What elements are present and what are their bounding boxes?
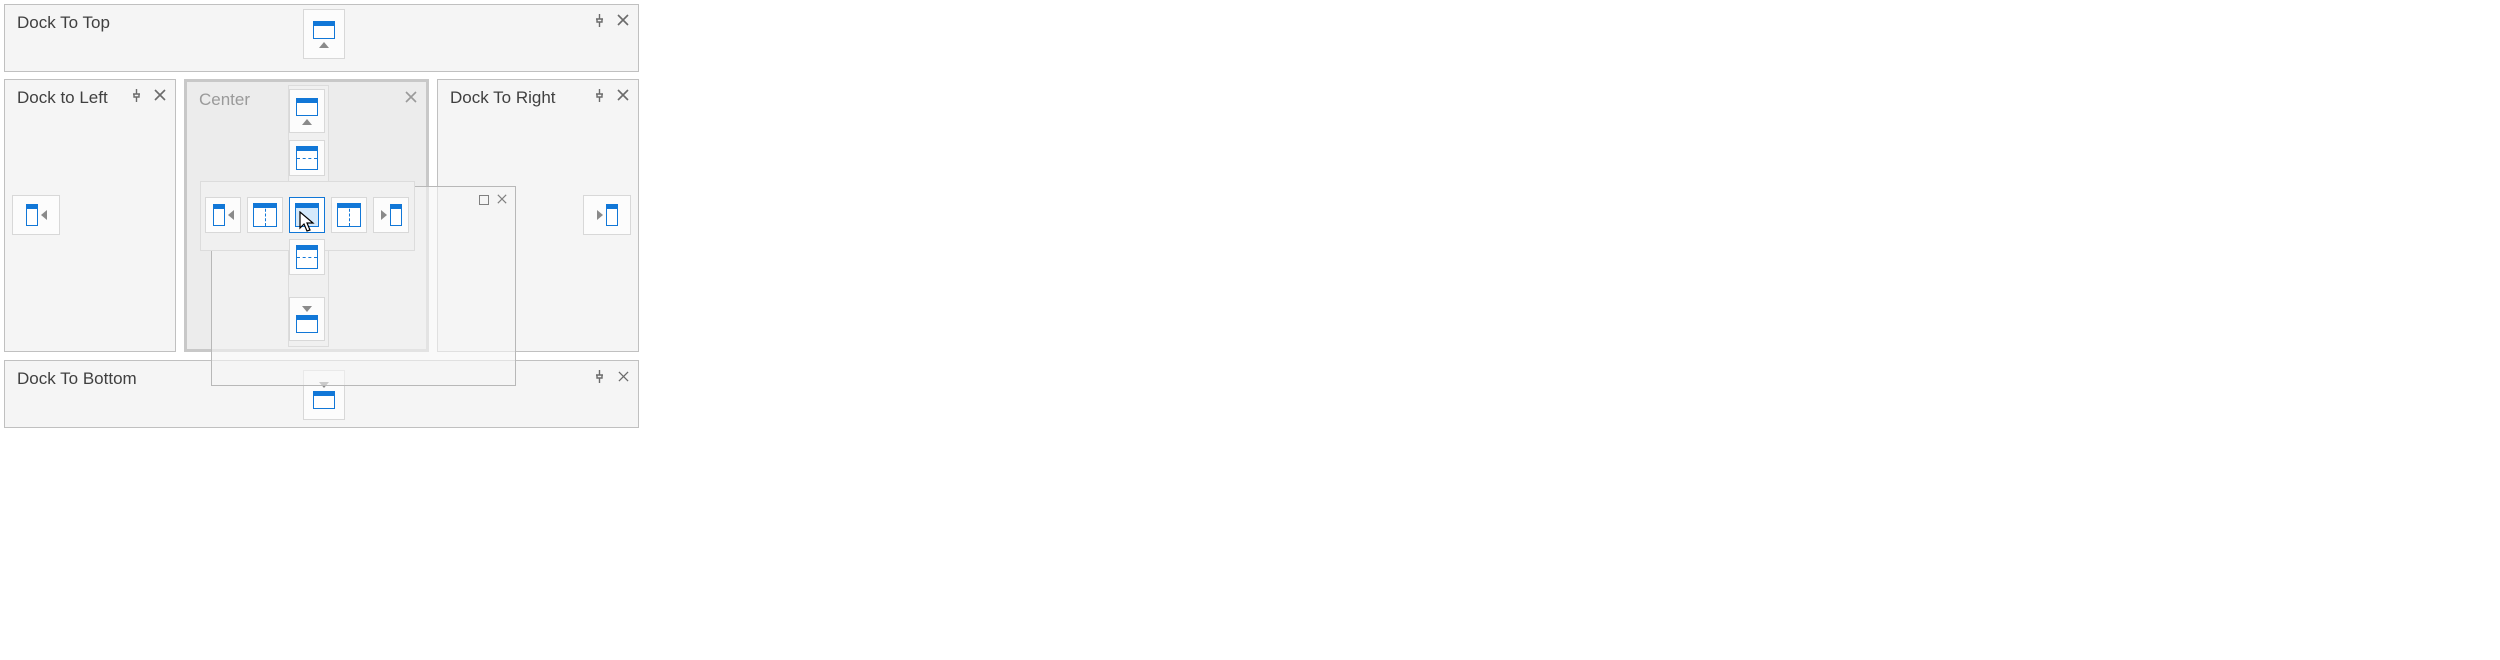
panel-title: Dock to Left (17, 88, 108, 108)
window-icon (26, 204, 38, 226)
window-icon (296, 98, 318, 116)
window-icon (313, 21, 335, 39)
dock-hint-outer-left[interactable] (12, 195, 60, 235)
dock-hint-top-split[interactable] (289, 140, 325, 176)
window-icon (606, 204, 618, 226)
close-icon[interactable] (616, 88, 630, 102)
window-split-horizontal-icon (296, 245, 318, 269)
pin-icon[interactable] (592, 369, 606, 383)
dock-hint-right-split[interactable] (331, 197, 367, 233)
panel-title: Dock To Top (17, 13, 110, 33)
pin-icon[interactable] (592, 13, 606, 27)
window-icon (213, 204, 225, 226)
dock-hint-fill[interactable] (289, 197, 325, 233)
arrow-down-icon (302, 306, 312, 312)
arrow-right-icon (381, 210, 387, 220)
window-icon (390, 204, 402, 226)
window-split-vertical-icon (337, 203, 361, 227)
maximize-icon[interactable] (479, 195, 489, 205)
dock-hint-right[interactable] (373, 197, 409, 233)
pin-icon[interactable] (592, 88, 606, 102)
arrow-left-icon (41, 210, 47, 220)
window-icon (296, 315, 318, 333)
window-split-horizontal-icon (296, 146, 318, 170)
panel-title: Dock To Right (450, 88, 556, 108)
dock-hint-outer-right[interactable] (583, 195, 631, 235)
dock-hint-outer-top[interactable] (303, 9, 345, 59)
panel-title: Center (199, 90, 250, 110)
dock-hint-bottom[interactable] (289, 297, 325, 341)
dock-hint-left[interactable] (205, 197, 241, 233)
window-fill-icon (295, 203, 319, 227)
arrow-up-icon (319, 42, 329, 48)
close-icon[interactable] (497, 193, 507, 207)
panel-title: Dock To Bottom (17, 369, 137, 389)
close-icon[interactable] (153, 88, 167, 102)
arrow-right-icon (597, 210, 603, 220)
close-icon[interactable] (616, 13, 630, 27)
dock-hint-top[interactable] (289, 89, 325, 133)
pin-icon[interactable] (129, 88, 143, 102)
close-icon[interactable] (404, 90, 418, 104)
close-icon[interactable] (616, 369, 630, 383)
dock-hint-bottom-split[interactable] (289, 239, 325, 275)
window-icon (313, 391, 335, 409)
arrow-left-icon (228, 210, 234, 220)
dock-hint-left-split[interactable] (247, 197, 283, 233)
window-split-vertical-icon (253, 203, 277, 227)
arrow-up-icon (302, 119, 312, 125)
